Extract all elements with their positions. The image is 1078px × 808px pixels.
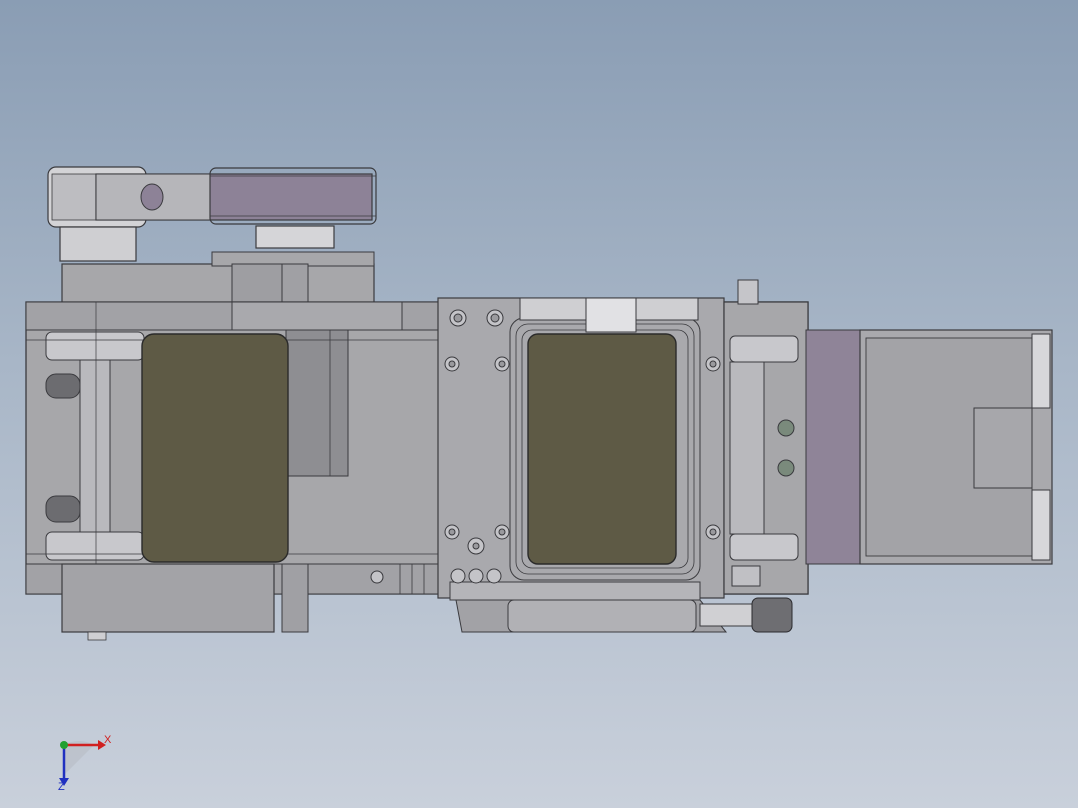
belt-pulley-assembly — [47, 166, 377, 262]
lower-roller — [45, 531, 145, 561]
left-pulley-hub — [59, 226, 137, 262]
tension-arm-hole — [140, 183, 164, 211]
adjust-shaft — [699, 603, 757, 627]
upper-roller — [45, 331, 145, 361]
left-pad — [141, 333, 289, 563]
y-axis-dot — [60, 741, 68, 749]
orientation-triad: X Z — [58, 734, 112, 793]
right-pulley-hub — [255, 225, 335, 249]
center-pad — [527, 333, 677, 565]
slot-lower — [45, 495, 81, 523]
roller-shaft — [79, 359, 111, 533]
slot-upper — [45, 373, 81, 399]
output-tray — [805, 329, 1053, 565]
x-axis-label: X — [104, 734, 112, 746]
cad-viewport[interactable]: X Z — [0, 0, 1078, 808]
adjust-knob — [751, 597, 793, 633]
z-axis-label: Z — [58, 781, 65, 793]
cad-model-view[interactable]: X Z — [0, 0, 1078, 808]
